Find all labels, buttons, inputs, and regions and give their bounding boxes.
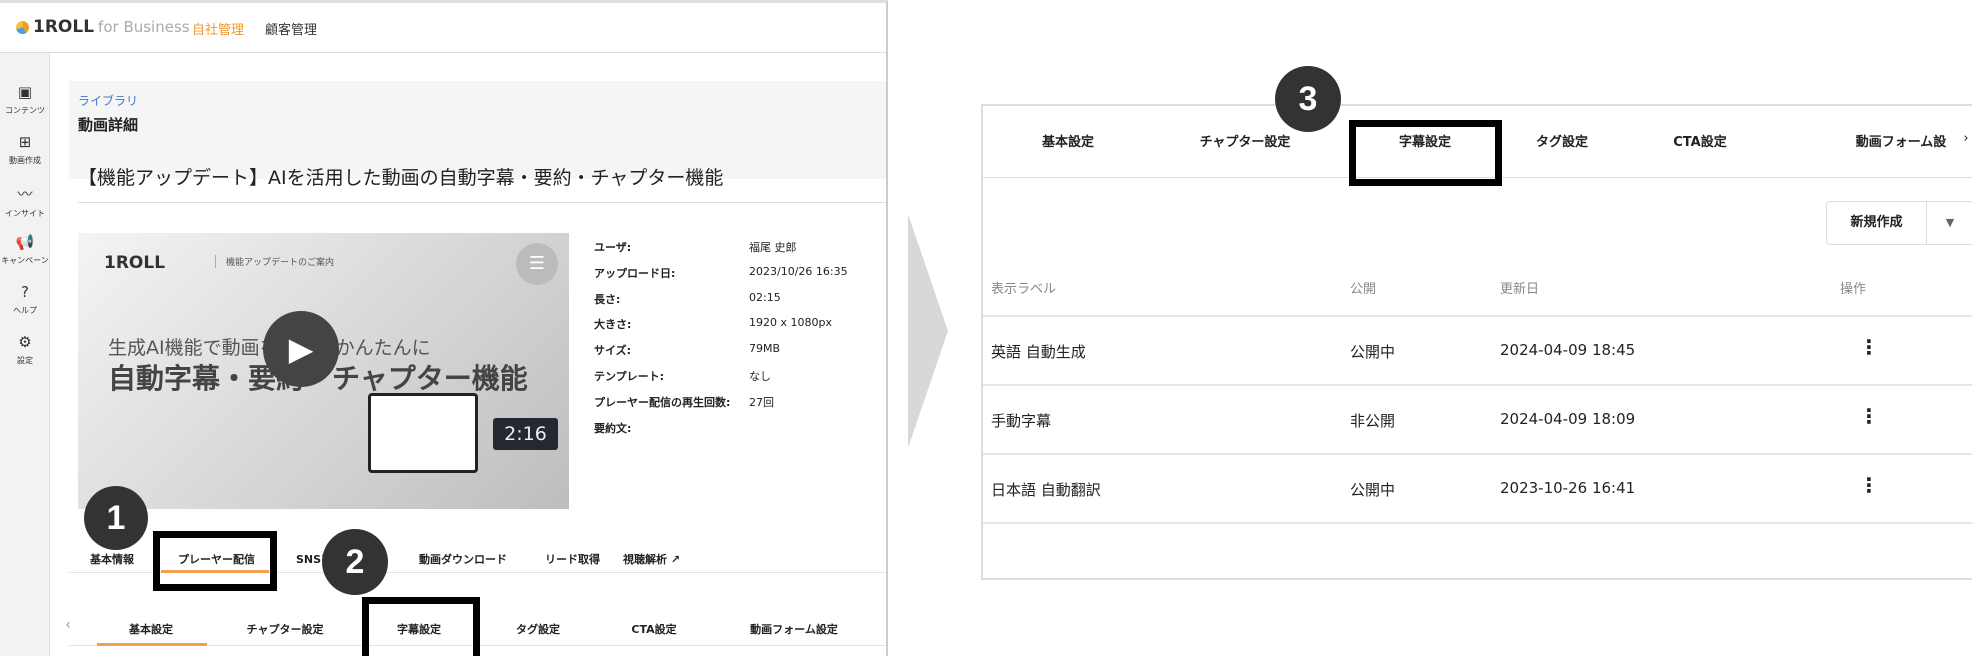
sidebar-label: ヘルプ bbox=[13, 306, 37, 315]
row-updated: 2024-04-09 18:09 bbox=[1500, 410, 1636, 428]
meta-label: 長さ: bbox=[594, 292, 621, 306]
subtab-chapter[interactable]: チャプター設定 bbox=[247, 621, 324, 637]
device-mockup-image bbox=[368, 393, 478, 473]
table-row: 英語 自動生成 公開中 2024-04-09 18:45 ⋮ bbox=[983, 317, 1972, 386]
row-label: 英語 自動生成 bbox=[991, 343, 1086, 361]
meta-label: 大きさ: bbox=[594, 318, 632, 332]
logo-icon bbox=[16, 20, 29, 34]
subtitle-settings-zoom-panel: 基本設定 チャプター設定 字幕設定 タグ設定 CTA設定 動画フォーム設 › 新… bbox=[981, 104, 1972, 580]
chevron-left-icon[interactable]: ‹ bbox=[65, 617, 71, 633]
sidebar-item-content[interactable]: ▣ コンテンツ bbox=[0, 83, 50, 116]
row-status: 非公開 bbox=[1350, 412, 1396, 430]
logo-sub: for Business bbox=[98, 18, 190, 36]
subtab-basic[interactable]: 基本設定 bbox=[129, 621, 173, 637]
sidebar-item-campaign[interactable]: 📢 キャンペーン bbox=[0, 233, 50, 266]
highlight-box-1 bbox=[153, 531, 277, 591]
sidebar-label: 設定 bbox=[17, 356, 33, 365]
sidebar-label: コンテンツ bbox=[5, 106, 45, 115]
meta-value: 福尾 史郎 bbox=[749, 241, 797, 254]
meta-value: なし bbox=[749, 370, 771, 383]
zp-tab-basic[interactable]: 基本設定 bbox=[1042, 131, 1094, 150]
video-player[interactable]: 1ROLL 機能アップデートのご案内 生成AI機能で動画をもっとかんたんに 自動… bbox=[78, 233, 569, 509]
video-title: 【機能アップデート】AIを活用した動画の自動字幕・要約・チャプター機能 bbox=[78, 163, 886, 203]
meta-label: テンプレート: bbox=[594, 370, 665, 383]
duration-badge: 2:16 bbox=[493, 418, 558, 450]
new-create-split-button: 新規作成 ▼ bbox=[1826, 201, 1972, 245]
highlight-box-3 bbox=[1349, 120, 1502, 186]
sidebar-item-insight[interactable]: 〰インサイト bbox=[0, 183, 50, 219]
nav-client-management[interactable]: 顧客管理 bbox=[265, 19, 317, 38]
row-status: 公開中 bbox=[1350, 343, 1396, 361]
row-updated: 2023-10-26 16:41 bbox=[1500, 479, 1636, 497]
table-row: 日本語 自動翻訳 公開中 2023-10-26 16:41 ⋮ bbox=[983, 455, 1972, 524]
megaphone-icon: 📢 bbox=[15, 233, 35, 251]
dropdown-caret-icon[interactable]: ▼ bbox=[1927, 202, 1972, 244]
step-badge-1: 1 bbox=[84, 486, 148, 550]
new-create-button[interactable]: 新規作成 bbox=[1827, 202, 1927, 244]
meta-value: 02:15 bbox=[749, 290, 781, 304]
kebab-menu-icon[interactable]: ⋮ bbox=[1859, 335, 1879, 359]
arrow-right-shape bbox=[908, 214, 948, 448]
meta-label: サイズ: bbox=[594, 344, 632, 358]
table-row: 手動字幕 非公開 2024-04-09 18:09 ⋮ bbox=[983, 386, 1972, 455]
meta-label: アップロード日: bbox=[594, 266, 676, 280]
row-status: 公開中 bbox=[1350, 481, 1396, 499]
chevron-right-icon[interactable]: › bbox=[1963, 131, 1968, 146]
nav-own-management[interactable]: 自社管理 bbox=[192, 19, 244, 38]
logo[interactable]: 1ROLL for Business bbox=[16, 17, 190, 37]
sidebar-item-video-create[interactable]: ⊞ 動画作成 bbox=[0, 133, 50, 166]
row-label: 手動字幕 bbox=[991, 412, 1052, 430]
sidebar-label: インサイト bbox=[5, 209, 45, 218]
sidebar-label: 動画作成 bbox=[9, 156, 41, 165]
tab-video-download[interactable]: 動画ダウンロード bbox=[419, 551, 507, 567]
kebab-menu-icon[interactable]: ⋮ bbox=[1859, 404, 1879, 428]
zp-tab-cta[interactable]: CTA設定 bbox=[1673, 131, 1726, 150]
top-header: 1ROLL for Business 自社管理 顧客管理 bbox=[0, 3, 886, 53]
kebab-menu-icon[interactable]: ⋮ bbox=[1859, 473, 1879, 497]
tab-basic-info[interactable]: 基本情報 bbox=[90, 551, 134, 567]
step-badge-3: 3 bbox=[1275, 66, 1341, 132]
app-screenshot: 1ROLL for Business 自社管理 顧客管理 ▣ コンテンツ ⊞ 動画作成… bbox=[0, 0, 888, 656]
sidebar-item-help[interactable]: ? ヘルプ bbox=[0, 283, 50, 316]
active-subtab-underline bbox=[97, 643, 207, 646]
thumb-subtitle: 機能アップデートのご案内 bbox=[215, 255, 334, 268]
help-icon: ? bbox=[21, 283, 29, 301]
tab-lead[interactable]: リード取得 bbox=[545, 551, 600, 567]
row-label: 日本語 自動翻訳 bbox=[991, 481, 1101, 499]
thumb-logo: 1ROLL bbox=[104, 253, 166, 273]
subtab-tag[interactable]: タグ設定 bbox=[516, 621, 560, 637]
tab-analytics[interactable]: 視聴解析 ↗ bbox=[623, 551, 680, 567]
zp-tab-tag[interactable]: タグ設定 bbox=[1536, 131, 1588, 150]
meta-value: 1920 x 1080px bbox=[749, 316, 832, 330]
insight-icon: 〰 bbox=[17, 185, 33, 203]
meta-label: プレーヤー配信の再生回数: bbox=[594, 395, 731, 409]
meta-label: ユーザ: bbox=[594, 241, 632, 254]
row-updated: 2024-04-09 18:45 bbox=[1500, 341, 1636, 359]
play-button[interactable]: ▶ bbox=[263, 311, 339, 387]
step-badge-2: 2 bbox=[322, 529, 388, 595]
breadcrumb-library-link[interactable]: ライブラリ bbox=[78, 92, 138, 109]
meta-value: 79MB bbox=[749, 342, 781, 356]
meta-label: 要約文: bbox=[594, 421, 632, 435]
zp-tab-video-form[interactable]: 動画フォーム設 bbox=[1856, 131, 1947, 150]
sidebar-item-settings[interactable]: ⚙ 設定 bbox=[0, 333, 50, 366]
highlight-box-2 bbox=[362, 597, 480, 656]
content-icon: ▣ bbox=[17, 83, 33, 101]
zp-tab-chapter[interactable]: チャプター設定 bbox=[1200, 131, 1291, 150]
external-link-icon: ↗ bbox=[667, 553, 681, 566]
subtab-video-form[interactable]: 動画フォーム設定 bbox=[750, 621, 838, 637]
table-header-divider bbox=[983, 246, 1972, 317]
sidebar: ▣ コンテンツ ⊞ 動画作成 〰インサイト 📢 キャンペーン ? ヘルプ ⚙ 設定 bbox=[0, 53, 50, 656]
logo-text: 1ROLL bbox=[33, 17, 95, 37]
meta-value: 2023/10/26 16:35 bbox=[749, 264, 848, 278]
gear-icon: ⚙ bbox=[18, 333, 32, 351]
meta-value: 27回 bbox=[749, 395, 774, 409]
tab-analytics-label: 視聴解析 bbox=[623, 553, 667, 566]
video-create-icon: ⊞ bbox=[18, 133, 32, 151]
chapter-list-icon[interactable]: ☰ bbox=[516, 243, 558, 285]
sidebar-label: キャンペーン bbox=[1, 256, 49, 265]
subtab-cta[interactable]: CTA設定 bbox=[631, 621, 676, 637]
page-title: 動画詳細 bbox=[78, 116, 139, 134]
